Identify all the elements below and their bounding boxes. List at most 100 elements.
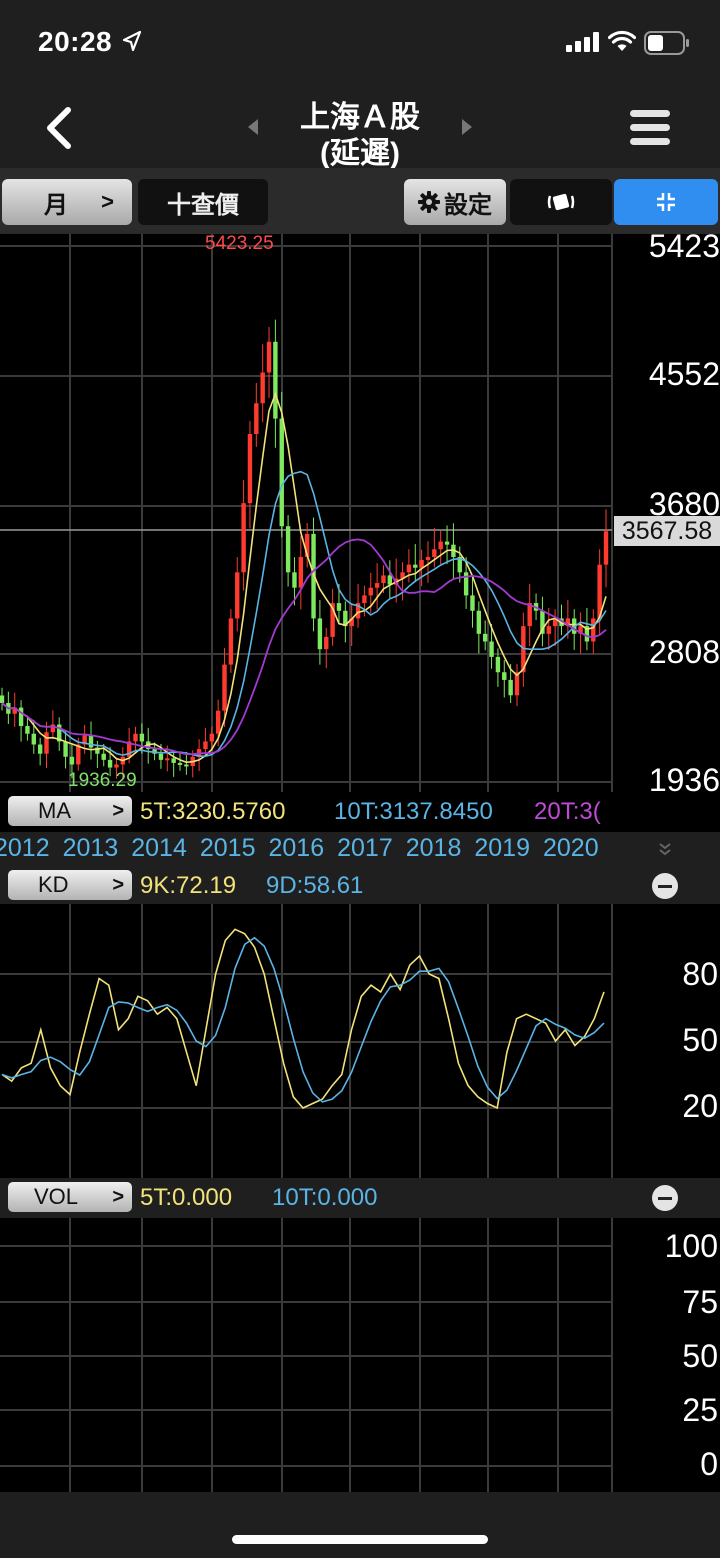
period-button[interactable]: 月 >	[2, 179, 132, 225]
volume-chart-panel[interactable]: 100 75 50 25 0	[0, 1218, 720, 1492]
candle-body	[362, 595, 367, 604]
status-bar: 20:28	[0, 0, 720, 88]
vol-axis-label: 25	[682, 1392, 718, 1428]
k-line	[1, 928, 605, 1110]
candle-body	[495, 656, 501, 673]
wifi-icon	[608, 30, 636, 51]
candle-body	[438, 541, 443, 550]
candle-body	[489, 641, 494, 657]
ma20-value: 20T:3(	[534, 798, 601, 825]
kd-legend-row: KD > 9K:72.19 9D:58.61	[0, 866, 720, 904]
candle-body	[266, 341, 272, 373]
price-chart-panel[interactable]: 5423.25 1936.29 5423 4552 3680 2808 1936…	[0, 228, 720, 798]
rotate-device-icon	[547, 193, 575, 211]
query-price-button[interactable]: 十查價	[138, 179, 268, 225]
next-stock-arrow-icon[interactable]	[460, 118, 474, 136]
candle-body	[133, 733, 138, 742]
price-axis-label: 4552	[648, 356, 720, 392]
candle-body	[165, 758, 170, 761]
year-label: 2012	[0, 834, 50, 862]
candle-body	[0, 695, 5, 703]
candlestick-chart[interactable]	[0, 234, 720, 792]
ma-pill-label: MA	[38, 798, 71, 823]
candle-body	[50, 724, 56, 733]
vol-legend-row: VOL > 5T:0.000 10T:0.000	[0, 1178, 720, 1218]
candle-body	[279, 418, 284, 527]
ma-chevron-icon: >	[112, 799, 124, 822]
vol-grid	[0, 1218, 613, 1492]
candle-body	[419, 560, 424, 568]
cellular-signal-icon	[566, 32, 599, 52]
settings-button[interactable]: 設定	[404, 179, 506, 225]
candle-body	[413, 564, 418, 568]
ma5-line	[1, 391, 607, 764]
vol-axis-label: 100	[664, 1228, 718, 1264]
candle-body	[254, 403, 259, 434]
collapse-vol-minus-icon[interactable]	[652, 1185, 678, 1211]
candle-body	[222, 664, 227, 711]
candle-body	[273, 341, 278, 419]
candle-body	[228, 618, 234, 665]
current-price-tag: 3567.58	[614, 516, 720, 546]
candle-body	[285, 526, 291, 573]
vol-axis-label: 50	[682, 1338, 718, 1374]
fullscreen-button[interactable]	[614, 179, 718, 225]
kd-axis-label: 80	[682, 956, 718, 992]
hamburger-menu-icon[interactable]	[628, 108, 672, 148]
settings-label: 設定	[444, 191, 492, 219]
home-indicator[interactable]	[232, 1535, 488, 1544]
candle-body	[209, 733, 215, 742]
kd-chevron-icon: >	[112, 873, 124, 896]
battery-icon	[644, 31, 689, 55]
scroll-down-arrow-icon[interactable]	[658, 840, 672, 858]
candle-body	[387, 575, 393, 585]
gear-icon	[418, 191, 440, 213]
candle-body	[336, 603, 342, 611]
candle-body	[139, 733, 145, 742]
year-label: 2013	[62, 834, 119, 862]
ma-indicator-button[interactable]: MA >	[8, 796, 132, 826]
candle-body	[603, 531, 609, 565]
rotate-screen-button[interactable]	[510, 179, 612, 225]
chart-toolbar: 月 > 十查價 設定	[0, 168, 720, 234]
k-value: 9K:72.19	[140, 872, 237, 899]
kd-chart-panel[interactable]: 80 50 20	[0, 904, 720, 1178]
home-indicator-area	[0, 1492, 720, 1558]
year-label: 2020	[543, 834, 599, 862]
candle-body	[69, 756, 75, 765]
candle-body	[177, 762, 183, 765]
ma10-line	[1, 470, 607, 757]
volume-chart[interactable]	[0, 1218, 720, 1492]
collapse-kd-minus-icon[interactable]	[652, 873, 678, 899]
vol-indicator-button[interactable]: VOL >	[8, 1182, 132, 1212]
status-time: 20:28	[38, 26, 113, 57]
price-axis-label: 5423	[648, 228, 720, 264]
back-chevron-icon[interactable]	[40, 104, 80, 152]
candle-body	[25, 726, 30, 734]
year-labels: 2012 2013 2014 2015 2016 2017 2018 2019 2020	[0, 834, 612, 863]
candle-body	[260, 372, 265, 404]
time-axis-row[interactable]: 2012 2013 2014 2015 2016 2017 2018 2019 2020	[0, 832, 720, 866]
candle-body	[292, 572, 297, 588]
vol-axis-label: 75	[682, 1284, 718, 1320]
collapse-arrows-icon	[657, 193, 675, 211]
candle-body	[37, 744, 43, 754]
kd-indicator-button[interactable]: KD >	[8, 870, 132, 900]
price-grid	[0, 234, 613, 792]
candles	[0, 319, 609, 779]
kd-axis-label: 20	[682, 1088, 718, 1124]
vol10-value: 10T:0.000	[272, 1184, 378, 1211]
candle-body	[88, 735, 94, 748]
candle-body	[508, 679, 513, 696]
period-chevron-icon: >	[101, 189, 114, 214]
vol5-value: 5T:0.000	[140, 1184, 233, 1211]
candle-body	[502, 672, 507, 680]
ma20-line	[1, 538, 607, 755]
prev-stock-arrow-icon[interactable]	[246, 118, 260, 136]
candle-body	[425, 556, 431, 561]
year-label: 2017	[337, 834, 393, 862]
kd-chart[interactable]	[0, 904, 720, 1178]
candle-body	[298, 556, 304, 588]
year-label: 2018	[405, 834, 462, 862]
ma10-value: 10T:3137.8450	[334, 798, 493, 825]
